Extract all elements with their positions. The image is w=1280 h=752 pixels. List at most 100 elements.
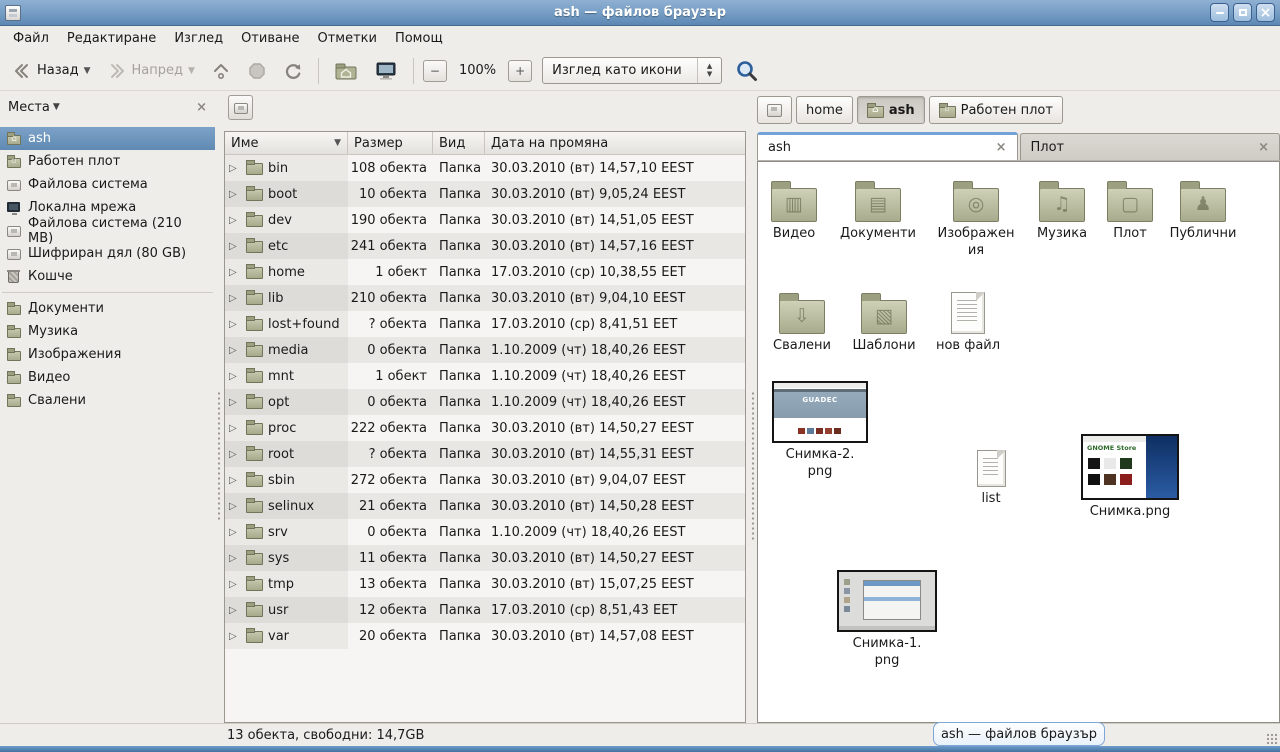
expander-icon[interactable]: ▷ [229, 397, 241, 408]
file-item[interactable]: нов файл [913, 292, 1023, 355]
sidebar-splitter[interactable] [215, 91, 222, 723]
sidebar-item[interactable]: Видео [0, 366, 215, 389]
sidebar-selector-icon[interactable]: ▼ [53, 102, 60, 112]
taskbar-window-button[interactable]: ash — файлов браузър [933, 722, 1105, 746]
table-row[interactable]: ▷ opt 0 обекта Папка 1.10.2009 (чт) 18,4… [225, 389, 745, 415]
titlebar[interactable]: ash — файлов браузър × [0, 0, 1280, 26]
sidebar-item[interactable]: Шифриран дял (80 GB) [0, 242, 215, 265]
home-button[interactable] [328, 57, 364, 85]
up-button[interactable] [205, 57, 237, 85]
menu-item[interactable]: Помощ [386, 28, 452, 49]
view-mode-select[interactable]: Изглед като икони ▲▼ [542, 57, 722, 84]
column-header-size[interactable]: Размер [348, 132, 433, 154]
expander-icon[interactable]: ▷ [229, 215, 241, 226]
sidebar-item[interactable]: Музика [0, 320, 215, 343]
sidebar-item[interactable]: Файлова система [0, 173, 215, 196]
sidebar-item[interactable]: Файлова система (210 MB) [0, 219, 215, 242]
expander-icon[interactable]: ▷ [229, 553, 241, 564]
file-item[interactable]: list [936, 450, 1046, 508]
back-dropdown-icon[interactable]: ▼ [84, 66, 91, 76]
expander-icon[interactable]: ▷ [229, 579, 241, 590]
table-row[interactable]: ▷ bin 108 обекта Папка 30.03.2010 (вт) 1… [225, 155, 745, 181]
expander-icon[interactable]: ▷ [229, 189, 241, 200]
breadcrumb-button[interactable]: Работен плот [929, 96, 1063, 124]
search-button[interactable] [734, 58, 760, 84]
sidebar-item[interactable]: Документи [0, 297, 215, 320]
table-row[interactable]: ▷ boot 10 обекта Папка 30.03.2010 (вт) 9… [225, 181, 745, 207]
table-row[interactable]: ▷ sys 11 обекта Папка 30.03.2010 (вт) 14… [225, 545, 745, 571]
icon-canvas[interactable]: Видео Документи Изображен ия Музика Плот [757, 161, 1280, 723]
expander-icon[interactable]: ▷ [229, 449, 241, 460]
close-button[interactable]: × [1256, 3, 1275, 22]
reload-button[interactable] [277, 57, 309, 85]
file-item[interactable]: Снимка.png [1075, 434, 1185, 521]
menu-item[interactable]: Отметки [308, 28, 385, 49]
breadcrumb-button[interactable]: home [796, 96, 853, 124]
table-row[interactable]: ▷ proc 222 обекта Папка 30.03.2010 (вт) … [225, 415, 745, 441]
expander-icon[interactable]: ▷ [229, 631, 241, 642]
table-row[interactable]: ▷ etc 241 обекта Папка 30.03.2010 (вт) 1… [225, 233, 745, 259]
expander-icon[interactable]: ▷ [229, 293, 241, 304]
file-item[interactable]: Публични [1148, 180, 1258, 243]
table-row[interactable]: ▷ srv 0 обекта Папка 1.10.2009 (чт) 18,4… [225, 519, 745, 545]
zoom-out-button[interactable]: − [423, 60, 447, 82]
menu-item[interactable]: Редактиране [58, 28, 165, 49]
expander-icon[interactable]: ▷ [229, 163, 241, 174]
expander-icon[interactable]: ▷ [229, 423, 241, 434]
expander-icon[interactable]: ▷ [229, 527, 241, 538]
resize-grip-icon[interactable] [1266, 733, 1278, 745]
sidebar-item[interactable]: ash [0, 127, 215, 150]
stop-button[interactable] [241, 57, 273, 85]
expander-icon[interactable]: ▷ [229, 241, 241, 252]
expander-icon[interactable]: ▷ [229, 371, 241, 382]
table-row[interactable]: ▷ usr 12 обекта Папка 17.03.2010 (ср) 8,… [225, 597, 745, 623]
menu-item[interactable]: Отиване [232, 28, 308, 49]
table-row[interactable]: ▷ dev 190 обекта Папка 30.03.2010 (вт) 1… [225, 207, 745, 233]
tab[interactable]: Плот × [1020, 133, 1280, 160]
column-header-date[interactable]: Дата на промяна [485, 132, 745, 154]
table-row[interactable]: ▷ mnt 1 обект Папка 1.10.2009 (чт) 18,40… [225, 363, 745, 389]
file-item[interactable]: Документи [823, 180, 933, 243]
zoom-in-button[interactable]: + [508, 60, 532, 82]
back-button[interactable]: Назад ▼ [6, 57, 97, 85]
file-item[interactable]: Снимка-1. png [832, 570, 942, 670]
expander-icon[interactable]: ▷ [229, 605, 241, 616]
forward-button[interactable]: Напред ▼ [101, 57, 201, 85]
column-header-type[interactable]: Вид [433, 132, 485, 154]
computer-button[interactable] [368, 57, 404, 85]
sidebar-item[interactable]: Изображения [0, 343, 215, 366]
maximize-button[interactable] [1233, 3, 1252, 22]
breadcrumb-button[interactable]: ash [857, 96, 925, 124]
table-row[interactable]: ▷ media 0 обекта Папка 1.10.2009 (чт) 18… [225, 337, 745, 363]
expander-icon[interactable]: ▷ [229, 345, 241, 356]
expander-icon[interactable]: ▷ [229, 475, 241, 486]
table-row[interactable]: ▷ root ? обекта Папка 30.03.2010 (вт) 14… [225, 441, 745, 467]
spinner-arrows-icon[interactable]: ▲▼ [697, 58, 721, 83]
tree-root-button[interactable] [228, 95, 253, 120]
menu-item[interactable]: Изглед [165, 28, 232, 49]
file-item[interactable]: Снимка-2. png [765, 381, 875, 481]
expander-icon[interactable]: ▷ [229, 319, 241, 330]
table-row[interactable]: ▷ tmp 13 обекта Папка 30.03.2010 (вт) 15… [225, 571, 745, 597]
expander-icon[interactable]: ▷ [229, 267, 241, 278]
table-row[interactable]: ▷ lib 210 обекта Папка 30.03.2010 (вт) 9… [225, 285, 745, 311]
forward-dropdown-icon[interactable]: ▼ [188, 66, 195, 76]
expander-icon[interactable]: ▷ [229, 501, 241, 512]
table-row[interactable]: ▷ sbin 272 обекта Папка 30.03.2010 (вт) … [225, 467, 745, 493]
sidebar-title[interactable]: Места [8, 100, 53, 115]
sidebar-item[interactable]: Кошче [0, 265, 215, 288]
minimize-button[interactable] [1210, 3, 1229, 22]
sidebar-item[interactable]: Работен плот [0, 150, 215, 173]
table-row[interactable]: ▷ home 1 обект Папка 17.03.2010 (ср) 10,… [225, 259, 745, 285]
sidebar-item[interactable]: Свалени [0, 389, 215, 412]
tab[interactable]: ash × [757, 132, 1018, 160]
table-row[interactable]: ▷ selinux 21 обекта Папка 30.03.2010 (вт… [225, 493, 745, 519]
menu-item[interactable]: Файл [4, 28, 58, 49]
tab-close-icon[interactable]: × [996, 140, 1007, 155]
column-header-name[interactable]: Име ▼ [225, 132, 348, 154]
table-row[interactable]: ▷ var 20 обекта Папка 30.03.2010 (вт) 14… [225, 623, 745, 649]
breadcrumb-button[interactable] [757, 96, 792, 124]
sidebar-close-icon[interactable]: × [196, 100, 207, 115]
table-row[interactable]: ▷ lost+found ? обекта Папка 17.03.2010 (… [225, 311, 745, 337]
tab-close-icon[interactable]: × [1258, 140, 1269, 155]
